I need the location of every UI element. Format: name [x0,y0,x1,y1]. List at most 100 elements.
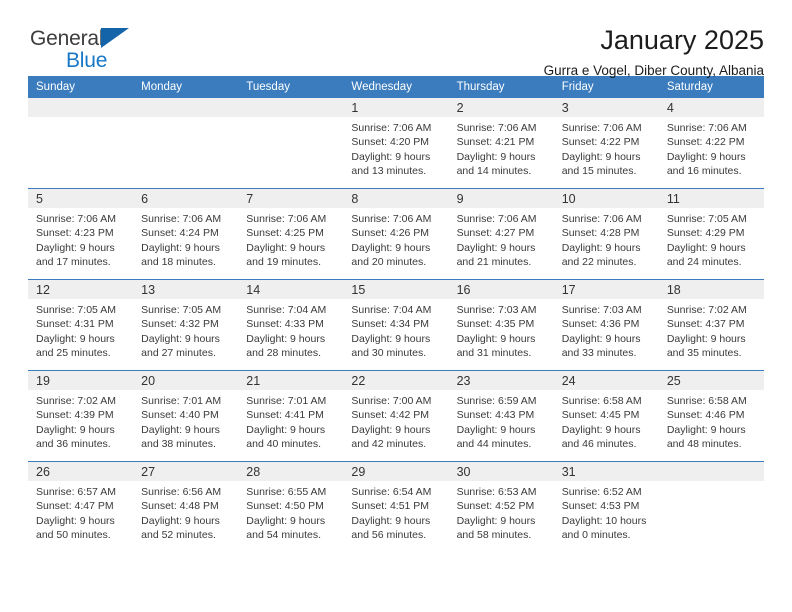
calendar-day-cell[interactable]: 9 Sunrise: 7:06 AM Sunset: 4:27 PM Daylight… [448,188,554,280]
day-number: 18 [658,280,764,299]
day-sun-info: Sunrise: 7:06 AM Sunset: 4:28 PM Daylight:… [554,208,659,269]
calendar-day-cell[interactable]: 27 Sunrise: 6:56 AM Sunset: 4:48 PM Dayligh… [133,461,239,552]
calendar-day-cell[interactable]: 14 Sunrise: 7:04 AM Sunset: 4:33 PM Dayligh… [238,279,344,371]
calendar-day-cell[interactable]: 16 Sunrise: 7:03 AM Sunset: 4:35 PM Dayligh… [448,279,554,371]
daylight-text-line2: and 38 minutes. [141,437,216,450]
sunrise-text: Sunrise: 7:06 AM [351,122,432,134]
calendar-day-cell[interactable]: 13 Sunrise: 7:05 AM Sunset: 4:32 PM Dayligh… [133,279,239,371]
daylight-text-line1: Daylight: 9 hours [561,150,641,163]
day-sun-info: Sunrise: 7:04 AM Sunset: 4:34 PM Daylight:… [343,299,448,360]
daylight-text-line1: Daylight: 9 hours [456,514,536,527]
daylight-text-line1: Daylight: 9 hours [666,332,746,345]
day-sun-info: Sunrise: 6:57 AM Sunset: 4:47 PM Daylight:… [28,481,133,542]
daylight-text-line1: Daylight: 9 hours [456,423,536,436]
day-number: 22 [343,371,449,390]
daylight-text-line2: and 28 minutes. [246,346,321,359]
calendar-day-cell[interactable]: 7 Sunrise: 7:06 AM Sunset: 4:25 PM Daylight… [238,188,344,280]
daylight-text-line2: and 54 minutes. [246,528,321,541]
calendar-day-cell[interactable]: 18 Sunrise: 7:02 AM Sunset: 4:37 PM Dayligh… [658,279,764,371]
sunset-text: Sunset: 4:22 PM [561,136,640,149]
calendar-day-cell[interactable]: 31 Sunrise: 6:52 AM Sunset: 4:53 PM Dayligh… [553,461,659,552]
daylight-text-line1: Daylight: 9 hours [246,332,326,345]
sunset-text: Sunset: 4:51 PM [351,500,430,513]
day-sun-info: Sunrise: 7:06 AM Sunset: 4:24 PM Daylight:… [133,208,238,269]
daylight-text-line2: and 48 minutes. [666,437,742,450]
general-blue-logo[interactable]: General Blue [28,26,158,74]
day-sun-info: Sunrise: 7:01 AM Sunset: 4:41 PM Daylight:… [238,390,343,451]
sunrise-text: Sunrise: 7:06 AM [246,213,327,225]
day-number: 31 [553,462,659,481]
calendar-day-cell[interactable]: 10 Sunrise: 7:06 AM Sunset: 4:28 PM Dayligh… [553,188,659,280]
daylight-text-line2: and 15 minutes. [561,164,637,177]
sunset-text: Sunset: 4:25 PM [246,227,324,240]
daylight-text-line2: and 19 minutes. [246,255,321,268]
calendar-day-cell[interactable]: 15 Sunrise: 7:04 AM Sunset: 4:34 PM Dayligh… [343,279,449,371]
sunset-text: Sunset: 4:47 PM [36,500,114,513]
calendar-day-cell[interactable]: 11 Sunrise: 7:05 AM Sunset: 4:29 PM Dayligh… [658,188,764,280]
daylight-text-line1: Daylight: 10 hours [561,514,647,527]
calendar-day-cell[interactable]: 8 Sunrise: 7:06 AM Sunset: 4:26 PM Daylight… [343,188,449,280]
day-sun-info: Sunrise: 7:03 AM Sunset: 4:36 PM Daylight:… [554,299,659,360]
sunrise-text: Sunrise: 7:06 AM [666,122,747,134]
page-title: January 2025 [600,25,764,55]
sunrise-text: Sunrise: 6:52 AM [561,486,642,498]
calendar-week-row: 5 Sunrise: 7:06 AM Sunset: 4:23 PM Daylight… [28,188,764,280]
calendar-day-cell[interactable]: 17 Sunrise: 7:03 AM Sunset: 4:36 PM Dayligh… [553,279,659,371]
sunset-text: Sunset: 4:33 PM [246,318,324,331]
calendar-day-cell[interactable]: 23 Sunrise: 6:59 AM Sunset: 4:43 PM Dayligh… [448,370,554,462]
day-sun-info: Sunrise: 7:05 AM Sunset: 4:29 PM Daylight:… [659,208,764,269]
calendar-day-cell[interactable]: 30 Sunrise: 6:53 AM Sunset: 4:52 PM Dayligh… [448,461,554,552]
calendar-day-cell[interactable]: 4 Sunrise: 7:06 AM Sunset: 4:22 PM Daylight… [658,98,764,189]
day-sun-info: Sunrise: 7:04 AM Sunset: 4:33 PM Daylight:… [238,299,343,360]
daylight-text-line1: Daylight: 9 hours [351,150,431,163]
sunrise-text: Sunrise: 7:05 AM [666,213,747,225]
sunrise-text: Sunrise: 7:06 AM [561,122,642,134]
calendar-day-cell[interactable]: 24 Sunrise: 6:58 AM Sunset: 4:45 PM Dayligh… [553,370,659,462]
sunrise-text: Sunrise: 7:03 AM [561,304,642,316]
daylight-text-line2: and 58 minutes. [456,528,532,541]
calendar-day-cell[interactable]: 2 Sunrise: 7:06 AM Sunset: 4:21 PM Daylight… [448,98,554,189]
calendar-day-cell[interactable]: 5 Sunrise: 7:06 AM Sunset: 4:23 PM Daylight… [28,188,134,280]
daylight-text-line2: and 17 minutes. [36,255,111,268]
calendar-day-cell[interactable]: 28 Sunrise: 6:55 AM Sunset: 4:50 PM Dayligh… [238,461,344,552]
day-sun-info: Sunrise: 6:55 AM Sunset: 4:50 PM Daylight:… [238,481,343,542]
weekday-header-thursday: Thursday [448,76,554,98]
day-number: 3 [553,98,659,117]
daylight-text-line1: Daylight: 9 hours [36,514,115,527]
calendar-day-cell[interactable]: 1 Sunrise: 7:06 AM Sunset: 4:20 PM Daylight… [343,98,449,189]
calendar-day-cell[interactable]: 3 Sunrise: 7:06 AM Sunset: 4:22 PM Daylight… [553,98,659,189]
calendar-day-cell[interactable]: 29 Sunrise: 6:54 AM Sunset: 4:51 PM Dayligh… [343,461,449,552]
sunset-text: Sunset: 4:37 PM [666,318,745,331]
daylight-text-line1: Daylight: 9 hours [36,241,115,254]
daylight-text-line2: and 27 minutes. [141,346,216,359]
sunset-text: Sunset: 4:50 PM [246,500,324,513]
page-subtitle: Gurra e Vogel, Diber County, Albania [543,62,764,78]
sunset-text: Sunset: 4:45 PM [561,409,640,422]
daylight-text-line1: Daylight: 9 hours [351,514,431,527]
day-number: 1 [343,98,449,117]
calendar-day-cell[interactable]: 21 Sunrise: 7:01 AM Sunset: 4:41 PM Dayligh… [238,370,344,462]
logo-triangle-icon [101,28,129,48]
calendar-day-cell-empty [658,461,764,552]
sunset-text: Sunset: 4:43 PM [456,409,535,422]
calendar-day-cell[interactable]: 20 Sunrise: 7:01 AM Sunset: 4:40 PM Dayligh… [133,370,239,462]
day-number: 13 [133,280,239,299]
sunset-text: Sunset: 4:34 PM [351,318,430,331]
sunrise-text: Sunrise: 6:59 AM [456,395,537,407]
sunrise-text: Sunrise: 6:56 AM [141,486,222,498]
day-sun-info: Sunrise: 7:01 AM Sunset: 4:40 PM Daylight:… [133,390,238,451]
calendar-day-cell[interactable]: 19 Sunrise: 7:02 AM Sunset: 4:39 PM Dayligh… [28,370,134,462]
day-number: 2 [448,98,554,117]
sunrise-text: Sunrise: 7:04 AM [246,304,327,316]
day-number: 24 [553,371,659,390]
sunset-text: Sunset: 4:46 PM [666,409,745,422]
calendar-day-cell[interactable]: 6 Sunrise: 7:06 AM Sunset: 4:24 PM Daylight… [133,188,239,280]
calendar-day-cell[interactable]: 26 Sunrise: 6:57 AM Sunset: 4:47 PM Dayligh… [28,461,134,552]
calendar-day-cell[interactable]: 25 Sunrise: 6:58 AM Sunset: 4:46 PM Dayligh… [658,370,764,462]
weekday-header-monday: Monday [133,76,239,98]
calendar-week-row: 1 Sunrise: 7:06 AM Sunset: 4:20 PM Daylight… [28,98,764,189]
day-number [238,98,344,117]
calendar-day-cell[interactable]: 12 Sunrise: 7:05 AM Sunset: 4:31 PM Dayligh… [28,279,134,371]
sunrise-text: Sunrise: 7:06 AM [456,122,537,134]
calendar-day-cell[interactable]: 22 Sunrise: 7:00 AM Sunset: 4:42 PM Dayligh… [343,370,449,462]
